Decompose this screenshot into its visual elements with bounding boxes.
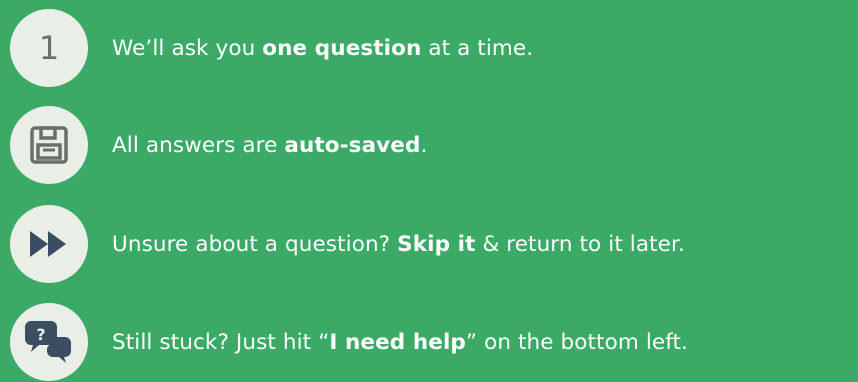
floppy-disk-icon xyxy=(30,126,68,164)
step-text-pre: We’ll ask you xyxy=(112,35,263,61)
step-text-pre: Unsure about a question? xyxy=(112,231,398,257)
skip-badge xyxy=(10,205,88,283)
step-text-pre: All answers are xyxy=(112,132,285,158)
fast-forward-icon xyxy=(30,231,66,257)
help-chat-icon: ? xyxy=(25,321,71,363)
step-number-badge: 1 xyxy=(10,9,88,87)
step-text: We’ll ask you one question at a time. xyxy=(112,36,533,61)
step-text: Unsure about a question? Skip it & retur… xyxy=(112,232,685,257)
step-text-post: & return to it later. xyxy=(475,231,685,257)
step-text-bold: one question xyxy=(262,35,422,61)
step-text: All answers are auto-saved. xyxy=(112,133,427,158)
step-text-bold: auto-saved xyxy=(284,132,421,158)
svg-text:?: ? xyxy=(36,325,45,344)
help-badge: ? xyxy=(10,303,88,381)
step-skip-question: Unsure about a question? Skip it & retur… xyxy=(10,204,858,284)
step-text: Still stuck? Just hit “I need help” on t… xyxy=(112,330,688,355)
step-auto-saved: All answers are auto-saved. xyxy=(10,105,858,185)
step-text-post: . xyxy=(420,132,428,158)
step-text-pre: Still stuck? Just hit “ xyxy=(112,329,330,355)
step-text-post: at a time. xyxy=(421,35,534,61)
step-one-question: 1 We’ll ask you one question at a time. xyxy=(10,8,858,88)
step-number: 1 xyxy=(38,29,60,67)
step-need-help: ? Still stuck? Just hit “I need help” on… xyxy=(10,302,858,382)
save-badge xyxy=(10,106,88,184)
step-text-bold: Skip it xyxy=(397,231,476,257)
step-text-post: ” on the bottom left. xyxy=(465,329,688,355)
step-text-bold: I need help xyxy=(329,329,466,355)
